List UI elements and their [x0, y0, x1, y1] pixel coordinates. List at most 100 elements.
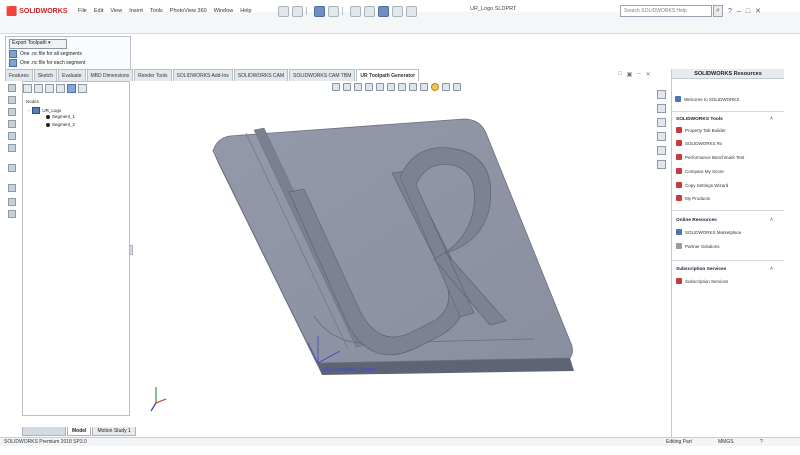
ur-logo-model[interactable]: UR_Coordinate_System [134, 81, 668, 426]
tool-my-products[interactable]: My Products [676, 195, 710, 201]
viewport-close-icon[interactable]: ✕ [646, 71, 651, 78]
collapse-icon[interactable]: ˄ [770, 116, 773, 122]
solidworks-resources-tab-icon[interactable] [657, 90, 666, 99]
viewport-restore-icon[interactable]: □ [618, 71, 622, 78]
export-toolpath-dropdown[interactable]: Export Toolpath ▾ [9, 39, 67, 49]
restore-icon[interactable]: □ [746, 8, 750, 15]
subscription-services-link[interactable]: Subscription Services [676, 278, 728, 284]
section-view-icon[interactable] [8, 96, 16, 104]
property-tab-builder-icon [676, 127, 682, 133]
command-manager-tabs: Features Sketch Evaluate MBD Dimensions … [5, 69, 479, 81]
appearances-tab-icon[interactable] [657, 146, 666, 155]
menu-window[interactable]: Window [214, 8, 234, 14]
online-solidworks-marketplace[interactable]: SOLIDWORKS Marketplace [676, 229, 741, 235]
close-icon[interactable]: ✕ [755, 7, 761, 15]
menu-view[interactable]: View [110, 8, 122, 14]
export-multiple-files-option[interactable]: One .nc file for each segment [9, 59, 85, 67]
solidworks-logo[interactable]: 🟥 SOLIDWORKS [6, 3, 67, 19]
part-icon [32, 107, 41, 114]
menu-help[interactable]: Help [240, 8, 251, 14]
view-palette-tab-icon[interactable] [657, 132, 666, 141]
home-icon[interactable] [278, 5, 289, 17]
configuration-manager-tab-icon[interactable] [45, 83, 54, 93]
undo-icon[interactable] [350, 5, 361, 17]
viewport-minimize-icon[interactable]: – [637, 71, 640, 78]
rebuild-icon[interactable] [378, 5, 389, 17]
print-icon[interactable] [328, 5, 339, 17]
search-icon[interactable]: ⌕ [713, 5, 723, 17]
tool-copy-settings-wizard[interactable]: Copy Settings Wizard [676, 182, 728, 188]
zoom-icon[interactable] [8, 108, 16, 116]
tab-render-tools[interactable]: Render Tools [134, 69, 172, 81]
more-tabs-icon[interactable] [78, 83, 87, 93]
property-manager-tab-icon[interactable] [34, 83, 43, 93]
feature-manager-tab-icon[interactable] [23, 83, 32, 93]
settings-icon[interactable] [8, 210, 16, 218]
tool-solidworks-rx[interactable]: SOLIDWORKS Rx [676, 140, 722, 146]
logo-text: SOLIDWORKS [19, 7, 68, 15]
section-subscription-services[interactable]: Subscription Services [676, 267, 726, 272]
dimxpert-tab-icon[interactable] [56, 83, 65, 93]
file-explorer-tab-icon[interactable] [657, 118, 666, 127]
tab-model[interactable]: Model [67, 427, 92, 436]
menu-insert[interactable]: Insert [129, 8, 143, 14]
collapse-icon[interactable]: ˄ [770, 266, 773, 272]
tab-mbd-dimensions[interactable]: MBD Dimensions [86, 69, 134, 81]
reference-triad [150, 387, 167, 412]
tab-scroll-area[interactable] [22, 427, 66, 436]
tree-node-segment-1[interactable]: Segment_1 [46, 114, 75, 119]
select-icon[interactable] [364, 5, 375, 17]
measure-icon[interactable] [8, 164, 16, 172]
ur-toolpath-tab-icon[interactable] [67, 83, 76, 93]
tab-ur-toolpath-generator[interactable]: UR Toolpath Generator [356, 69, 420, 81]
minimize-icon[interactable]: – [737, 8, 741, 15]
new-document-icon[interactable] [292, 5, 303, 17]
file-icon [9, 59, 17, 67]
display-style-icon[interactable] [8, 120, 16, 128]
open-icon[interactable] [314, 5, 325, 17]
tab-motion-study-1[interactable]: Motion Study 1 [92, 427, 136, 436]
collapse-icon[interactable]: ˄ [770, 217, 773, 223]
tool-performance-benchmark[interactable]: Performance Benchmark Test [676, 154, 744, 160]
panel-collapse-handle[interactable] [129, 245, 133, 255]
options-gear-icon[interactable] [406, 5, 417, 17]
online-partner-solutions[interactable]: Partner Solutions [676, 243, 720, 249]
section-online-resources[interactable]: Online Resources [676, 218, 717, 223]
view-orientation-icon[interactable] [8, 84, 16, 92]
toolpath-icon[interactable] [8, 184, 16, 192]
menu-photoview[interactable]: PhotoView 360 [170, 8, 207, 14]
tree-root-node[interactable]: − UR_Logo [28, 107, 61, 114]
help-icon[interactable]: ? [728, 8, 732, 15]
tab-solidworks-cam-tbm[interactable]: SOLIDWORKS CAM TBM [289, 69, 356, 81]
appearance-icon[interactable] [8, 144, 16, 152]
custom-properties-tab-icon[interactable] [657, 160, 666, 169]
tab-features[interactable]: Features [5, 69, 33, 81]
ds-logo-icon: 🟥 [6, 5, 18, 16]
compare-score-icon [676, 168, 682, 174]
export-single-file-option[interactable]: One .nc file for all segments [9, 50, 82, 58]
tab-sketch[interactable]: Sketch [33, 69, 58, 81]
menu-edit[interactable]: Edit [94, 8, 103, 14]
hide-show-icon[interactable] [8, 132, 16, 140]
panel-tabs [23, 82, 87, 94]
tool-compare-my-score[interactable]: Compare My Score [676, 168, 724, 174]
viewport-split-icon[interactable]: ▣ [627, 71, 633, 78]
design-library-tab-icon[interactable] [657, 104, 666, 113]
expand-icon[interactable]: − [28, 108, 30, 113]
tab-solidworks-cam[interactable]: SOLIDWORKS CAM [233, 69, 289, 81]
file-properties-icon[interactable] [392, 5, 403, 17]
copy-settings-icon [676, 182, 682, 188]
export-icon[interactable] [8, 198, 16, 206]
status-help-icon[interactable]: ? [760, 439, 763, 445]
segment-icon [46, 122, 50, 127]
tree-node-segment-2[interactable]: Segment_2 [46, 122, 75, 127]
menu-tools[interactable]: Tools [150, 8, 163, 14]
help-search-input[interactable]: Search SOLIDWORKS Help [620, 5, 712, 17]
status-units[interactable]: MMGS [718, 439, 734, 445]
tab-evaluate[interactable]: Evaluate [58, 69, 86, 81]
section-solidworks-tools[interactable]: SOLIDWORKS Tools [676, 117, 723, 122]
tool-property-tab-builder[interactable]: Property Tab Builder [676, 127, 726, 133]
tab-solidworks-addins[interactable]: SOLIDWORKS Add-Ins [172, 69, 233, 81]
welcome-link[interactable]: Welcome to SOLIDWORKS [675, 96, 739, 102]
menu-file[interactable]: File [78, 8, 87, 14]
